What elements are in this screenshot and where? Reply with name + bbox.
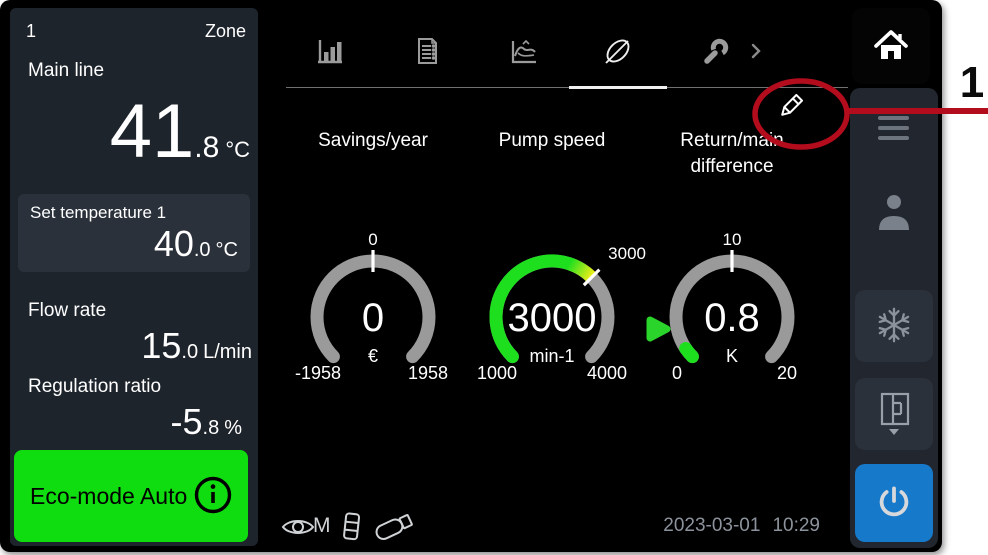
eye-icon bbox=[281, 515, 315, 544]
tabs-more-button[interactable] bbox=[738, 28, 774, 76]
gauge-title-pump-speed: Pump speed bbox=[467, 128, 637, 154]
gauge-marker-arrow-icon bbox=[645, 314, 673, 344]
svg-text:0: 0 bbox=[368, 230, 377, 249]
flow-rate-label: Flow rate bbox=[28, 300, 106, 322]
tab-statistics[interactable] bbox=[306, 28, 354, 76]
flow-rate-unit: L/min bbox=[203, 341, 252, 364]
main-line-value-dec: .8 bbox=[194, 131, 219, 165]
bar-chart-icon bbox=[314, 35, 346, 70]
svg-text:1958: 1958 bbox=[408, 363, 448, 383]
document-icon bbox=[412, 35, 442, 70]
trend-chart-icon bbox=[506, 35, 540, 70]
datetime: 2023-03-01 10:29 bbox=[640, 515, 820, 537]
svg-text:10: 10 bbox=[723, 230, 742, 249]
menu-button[interactable] bbox=[878, 116, 909, 146]
regulation-ratio-unit: % bbox=[224, 417, 242, 440]
sidebar bbox=[850, 88, 938, 548]
zone-header: 1 Zone bbox=[26, 21, 246, 42]
svg-text:20: 20 bbox=[777, 363, 797, 383]
tab-reports[interactable] bbox=[403, 28, 451, 76]
svg-text:4000: 4000 bbox=[587, 363, 627, 383]
tab-trends[interactable] bbox=[499, 28, 547, 76]
svg-text:0: 0 bbox=[672, 363, 682, 383]
flow-rate-value-dec: .0 bbox=[181, 341, 198, 364]
svg-text:0: 0 bbox=[362, 296, 384, 340]
edit-button[interactable] bbox=[772, 90, 808, 126]
return-difference-gauge: 10 0.8 K 0 20 bbox=[657, 232, 807, 392]
zones-button[interactable] bbox=[855, 378, 933, 450]
set-temperature-value-int: 40 bbox=[154, 226, 194, 262]
eco-mode-label: Eco-mode Auto bbox=[30, 483, 187, 510]
savings-gauge: 0 0 € -1958 1958 bbox=[298, 232, 448, 392]
gauge-title-return-main: Return/main difference bbox=[647, 128, 817, 180]
device-screen: 1 Zone Main line 41 .8 °C Set temperatur… bbox=[0, 0, 942, 552]
annotation-number: 1 bbox=[950, 58, 988, 108]
main-line-value-int: 41 bbox=[110, 94, 195, 170]
svg-text:3000: 3000 bbox=[508, 296, 597, 340]
leaf-icon bbox=[601, 34, 635, 71]
snowflake-icon bbox=[873, 304, 915, 349]
date-text: 2023-03-01 bbox=[663, 515, 760, 537]
regulation-ratio-label: Regulation ratio bbox=[28, 376, 161, 398]
zone-status-panel: 1 Zone Main line 41 .8 °C Set temperatur… bbox=[10, 8, 258, 546]
menu-icon bbox=[878, 116, 909, 120]
pump-speed-gauge: 30003000min-110004000 bbox=[477, 232, 627, 392]
flow-rate-value: 15 .0 L/min bbox=[141, 328, 252, 364]
set-temperature-value-dec: .0 bbox=[194, 239, 211, 262]
usb-drive-icon bbox=[371, 510, 417, 547]
pencil-icon bbox=[773, 90, 807, 127]
svg-text:K: K bbox=[726, 346, 738, 366]
active-tab-indicator bbox=[569, 86, 667, 89]
tab-settings[interactable] bbox=[691, 28, 739, 76]
zone-label: Zone bbox=[205, 21, 246, 42]
svg-text:min-1: min-1 bbox=[529, 346, 574, 366]
tab-eco[interactable] bbox=[594, 28, 642, 76]
set-temperature-box[interactable]: Set temperature 1 40 .0 °C bbox=[18, 194, 250, 272]
set-temperature-value: 40 .0 °C bbox=[154, 226, 238, 262]
wrench-icon bbox=[699, 35, 731, 70]
power-button[interactable] bbox=[855, 464, 933, 542]
power-icon bbox=[873, 481, 915, 526]
svg-text:-1958: -1958 bbox=[295, 363, 341, 383]
tabbar-divider bbox=[286, 87, 848, 88]
svg-text:€: € bbox=[368, 346, 378, 366]
zone-number: 1 bbox=[26, 21, 36, 42]
svg-text:0.8: 0.8 bbox=[704, 296, 760, 340]
user-icon bbox=[875, 222, 913, 237]
regulation-ratio-value-dec: .8 bbox=[203, 417, 220, 440]
main-line-unit: °C bbox=[225, 137, 250, 163]
defrost-button[interactable] bbox=[855, 290, 933, 362]
set-temperature-unit: °C bbox=[216, 239, 238, 262]
set-temperature-label: Set temperature 1 bbox=[30, 203, 166, 223]
main-line-value: 41 .8 °C bbox=[110, 94, 250, 170]
svg-text:3000: 3000 bbox=[608, 244, 646, 263]
screenshot-stage: 1 Zone Main line 41 .8 °C Set temperatur… bbox=[0, 0, 988, 555]
time-text: 10:29 bbox=[772, 515, 820, 537]
main-line-label: Main line bbox=[28, 60, 104, 82]
user-button[interactable] bbox=[875, 192, 913, 234]
eco-mode-button[interactable]: Eco-mode Auto bbox=[14, 450, 248, 542]
zones-floorplan-icon bbox=[873, 389, 915, 440]
regulation-ratio-value-int: -5 bbox=[171, 404, 203, 440]
mode-letter: M bbox=[313, 514, 331, 538]
flow-rate-value-int: 15 bbox=[141, 328, 181, 364]
chevron-right-icon bbox=[749, 42, 763, 63]
regulation-ratio-value: -5 .8 % bbox=[171, 404, 243, 440]
module-icon bbox=[342, 512, 364, 547]
home-icon bbox=[870, 25, 912, 68]
svg-text:1000: 1000 bbox=[477, 363, 517, 383]
info-icon[interactable] bbox=[192, 474, 234, 519]
gauge-title-savings: Savings/year bbox=[288, 128, 458, 154]
home-button[interactable] bbox=[852, 8, 930, 84]
